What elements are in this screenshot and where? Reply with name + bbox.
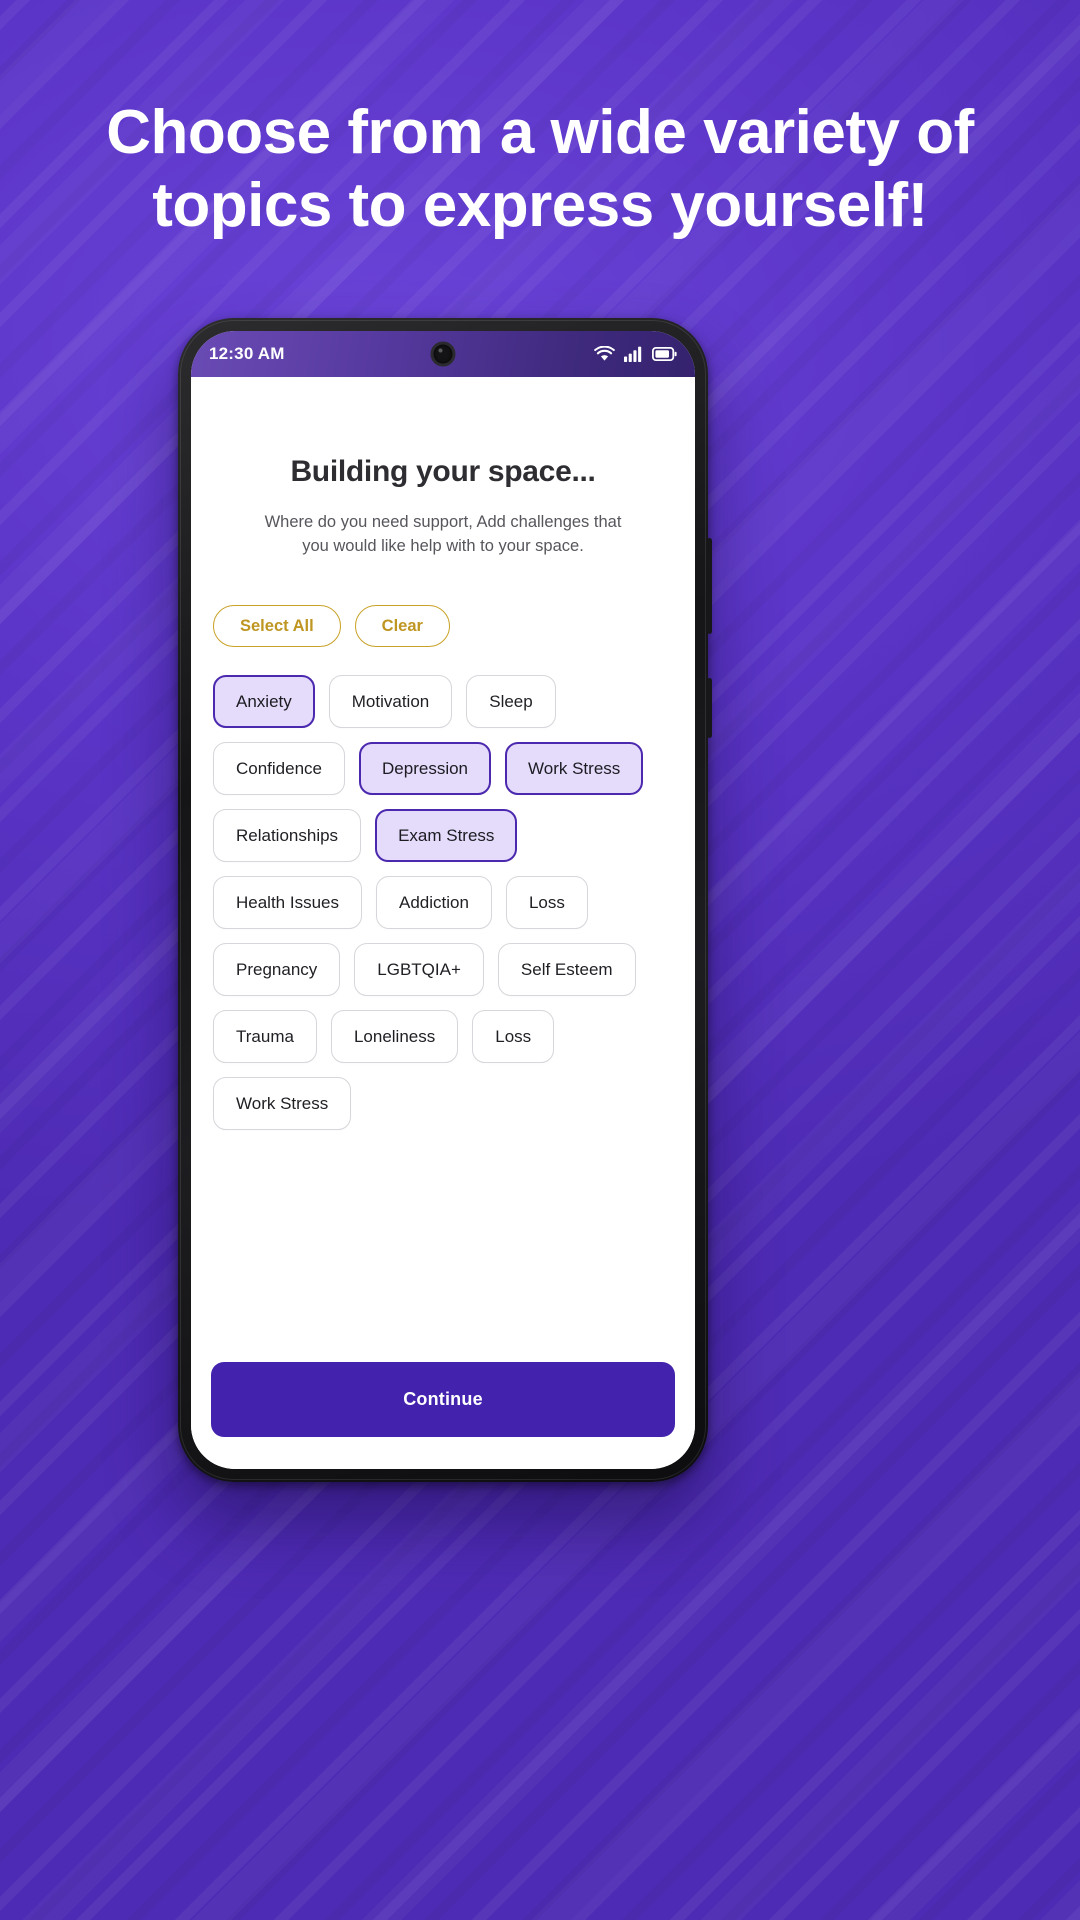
status-bar-clock: 12:30 AM [209, 344, 285, 363]
topic-chip[interactable]: Work Stress [505, 742, 644, 796]
topic-chip[interactable]: Motivation [328, 675, 453, 729]
select-all-button[interactable]: Select All [213, 604, 341, 648]
volume-button[interactable] [707, 678, 712, 738]
power-button[interactable] [707, 538, 712, 634]
promo-headline: Choose from a wide variety of topics to … [0, 96, 1080, 242]
topic-chip-grid: Anxiety Motivation Sleep Confidence Depressi… [211, 675, 675, 1131]
topic-chip[interactable]: Addiction [376, 876, 492, 930]
promo-headline-line-1: Choose from a wide variety of [106, 98, 974, 167]
topic-chip[interactable]: Self Esteem [497, 943, 636, 997]
selection-actions: Select All Clear [211, 604, 675, 648]
topic-chip[interactable]: Loss [505, 876, 588, 930]
clear-button[interactable]: Clear [354, 604, 450, 648]
cellular-signal-icon [624, 346, 643, 362]
topic-chip[interactable]: Confidence [213, 742, 346, 796]
page-title: Building your space... [290, 455, 596, 488]
page-subtitle-line-1: Where do you need support, Add challenge… [264, 513, 622, 531]
topic-chip[interactable]: Work Stress [213, 1077, 352, 1131]
topic-chip[interactable]: Loss [472, 1010, 555, 1064]
page-subtitle: Where do you need support, Add challenge… [211, 511, 675, 559]
front-camera-icon [430, 341, 456, 367]
topic-chip[interactable]: Anxiety [213, 675, 315, 729]
topic-chip[interactable]: Pregnancy [213, 943, 341, 997]
topic-chip[interactable]: Trauma [213, 1010, 317, 1064]
topic-chip[interactable]: Loneliness [330, 1010, 459, 1064]
battery-icon [652, 347, 677, 361]
topic-chip[interactable]: Relationships [213, 809, 362, 863]
topic-chip[interactable]: LGBTQIA+ [354, 943, 484, 997]
page-subtitle-line-2: you would like help with to your space. [302, 536, 584, 555]
status-bar-icons [594, 346, 677, 362]
status-bar: 12:30 AM [191, 331, 695, 377]
wifi-icon [594, 346, 615, 362]
promo-headline-line-2: topics to express yourself! [152, 171, 928, 241]
topic-chip[interactable]: Health Issues [213, 876, 362, 930]
topic-chip[interactable]: Depression [359, 742, 492, 796]
screen-footer: Continue [191, 1362, 695, 1469]
phone-screen: 12:30 AM Building your space... Where do… [191, 331, 695, 1469]
phone-mockup: 12:30 AM Building your space... Where do… [178, 318, 712, 1482]
continue-button[interactable]: Continue [211, 1362, 675, 1437]
topic-chip[interactable]: Exam Stress [375, 809, 518, 863]
topic-chip[interactable]: Sleep [466, 675, 556, 729]
app-content: Building your space... Where do you need… [191, 377, 695, 1362]
